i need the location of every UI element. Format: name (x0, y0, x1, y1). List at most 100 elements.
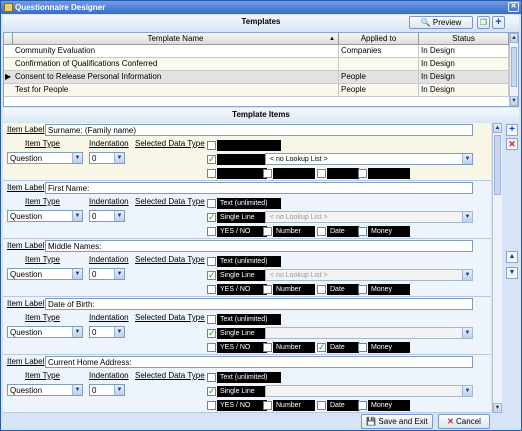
table-row[interactable]: Confirmation of Qualifications Conferred… (4, 58, 509, 71)
date-checkbox[interactable] (317, 285, 326, 294)
money-checkbox[interactable] (358, 401, 367, 410)
number-checkbox[interactable] (263, 401, 272, 410)
templates-scrollbar[interactable]: ▲ ▼ (509, 33, 518, 106)
date-checkbox[interactable] (317, 401, 326, 410)
close-icon[interactable]: ✕ (508, 2, 519, 12)
item-label-caption: Item Label (7, 125, 45, 134)
template-item[interactable]: Item Label Surname: (Family name) Item Typ… (3, 123, 491, 181)
scroll-down-icon[interactable]: ▼ (493, 403, 502, 413)
item-type-caption: Item Type (25, 139, 60, 148)
yes-no-checkbox[interactable] (207, 343, 216, 352)
indentation-select[interactable]: 0 ▼ (89, 152, 125, 164)
add-template-button[interactable]: + (492, 16, 505, 29)
preview-button[interactable]: 🔍 Preview (409, 16, 473, 29)
table-row[interactable]: Community Evaluation Companies In Design (4, 45, 509, 58)
item-label-input[interactable]: Date of Birth: (45, 298, 473, 310)
yes-no-checkbox[interactable] (207, 401, 216, 410)
lookup-list-value: < no Lookup List > (270, 214, 328, 221)
save-and-exit-button[interactable]: 💾 Save and Exit (361, 414, 433, 429)
lookup-list-select[interactable]: < no Lookup List > ▼ (265, 269, 473, 281)
scroll-up-icon[interactable]: ▲ (510, 33, 518, 43)
selected-data-type-caption: Selected Data Type (135, 197, 205, 206)
chevron-down-icon: ▼ (114, 211, 124, 221)
cancel-label: Cancel (456, 417, 481, 426)
text-unlimited-checkbox[interactable] (207, 373, 216, 382)
money-checkbox[interactable] (358, 285, 367, 294)
cancel-button[interactable]: ✕ Cancel (438, 414, 490, 429)
text-unlimited-checkbox[interactable] (207, 315, 216, 324)
cell-applied-to: People (339, 71, 419, 83)
indentation-select[interactable]: 0 ▼ (89, 384, 125, 396)
number-checkbox[interactable] (263, 343, 272, 352)
money-checkbox[interactable] (358, 343, 367, 352)
money-checkbox[interactable] (358, 169, 367, 178)
number-checkbox[interactable] (263, 169, 272, 178)
item-type-select[interactable]: Question ▼ (7, 210, 83, 222)
item-label-input[interactable]: First Name: (45, 182, 473, 194)
lookup-list-select[interactable]: < no Lookup List > ▼ (265, 211, 473, 223)
template-item[interactable]: Item Label Middle Names: Item Type Indentat… (3, 239, 491, 297)
chevron-down-icon: ▼ (72, 385, 82, 395)
item-type-select[interactable]: Question ▼ (7, 326, 83, 338)
single-line-checkbox[interactable] (207, 270, 216, 281)
yes-no-checkbox[interactable] (207, 227, 216, 236)
item-label-input[interactable]: Middle Names: (45, 240, 473, 252)
chevron-down-icon: ▼ (72, 211, 82, 221)
table-row[interactable]: Test for People People In Design (4, 84, 509, 97)
template-item[interactable]: Item Label Current Home Address: Item Type… (3, 355, 491, 413)
table-row-selected[interactable]: ▶ Consent to Release Personal Informatio… (4, 71, 509, 84)
delete-item-button[interactable]: ✕ (506, 138, 518, 150)
single-line-checkbox[interactable] (207, 386, 216, 397)
lookup-list-select[interactable]: ▼ (265, 327, 473, 339)
column-header-template-name[interactable]: Template Name ▲ (13, 33, 339, 45)
column-header-status[interactable]: Status (419, 33, 509, 45)
sort-arrow-icon: ▲ (329, 36, 335, 42)
lookup-list-select[interactable]: < no Lookup List > ▼ (265, 153, 473, 165)
move-up-button[interactable]: ▲ (506, 251, 518, 263)
indentation-value: 0 (92, 212, 97, 221)
item-label-input[interactable]: Surname: (Family name) (45, 124, 473, 136)
single-line-checkbox[interactable] (207, 154, 216, 165)
indentation-select[interactable]: 0 ▼ (89, 210, 125, 222)
date-checkbox[interactable] (317, 227, 326, 236)
move-down-button[interactable]: ▼ (506, 267, 518, 279)
date-option-label: Date (327, 400, 359, 411)
date-checkbox[interactable] (317, 342, 326, 353)
column-header-applied-to[interactable]: Applied to (339, 33, 419, 45)
single-line-checkbox[interactable] (207, 328, 216, 339)
template-item[interactable]: Item Label First Name: Item Type Indentatio… (3, 181, 491, 239)
number-checkbox[interactable] (263, 227, 272, 236)
item-label-input[interactable]: Current Home Address: (45, 356, 473, 368)
indentation-value: 0 (92, 328, 97, 337)
item-type-select[interactable]: Question ▼ (7, 268, 83, 280)
scroll-down-icon[interactable]: ▼ (510, 96, 518, 106)
yes-no-checkbox[interactable] (207, 169, 216, 178)
single-line-option-label: Single Line (217, 270, 271, 281)
add-item-button[interactable]: + (506, 124, 518, 136)
scroll-thumb[interactable] (511, 47, 517, 87)
indentation-select[interactable]: 0 ▼ (89, 326, 125, 338)
chevron-down-icon: ▼ (462, 386, 472, 396)
yes-no-checkbox[interactable] (207, 285, 216, 294)
item-type-select[interactable]: Question ▼ (7, 384, 83, 396)
single-line-checkbox[interactable] (207, 212, 216, 223)
text-unlimited-checkbox[interactable] (207, 257, 216, 266)
template-item[interactable]: Item Label Date of Birth: Item Type Indenta… (3, 297, 491, 355)
indentation-select[interactable]: 0 ▼ (89, 268, 125, 280)
scroll-thumb[interactable] (494, 135, 501, 195)
cell-applied-to: People (339, 84, 419, 96)
items-scrollbar[interactable]: ▲ ▼ (492, 123, 502, 413)
scroll-up-icon[interactable]: ▲ (493, 123, 502, 133)
text-unlimited-checkbox[interactable] (207, 199, 216, 208)
item-type-select[interactable]: Question ▼ (7, 152, 83, 164)
copy-template-button[interactable]: ❐ (477, 16, 490, 29)
item-type-caption: Item Type (25, 313, 60, 322)
date-checkbox[interactable] (317, 169, 326, 178)
lookup-list-select[interactable]: ▼ (265, 385, 473, 397)
chevron-down-icon: ▼ (462, 212, 472, 222)
text-unlimited-option-label (217, 140, 281, 151)
template-items-heading: Template Items (3, 108, 519, 122)
number-checkbox[interactable] (263, 285, 272, 294)
money-checkbox[interactable] (358, 227, 367, 236)
text-unlimited-checkbox[interactable] (207, 141, 216, 150)
